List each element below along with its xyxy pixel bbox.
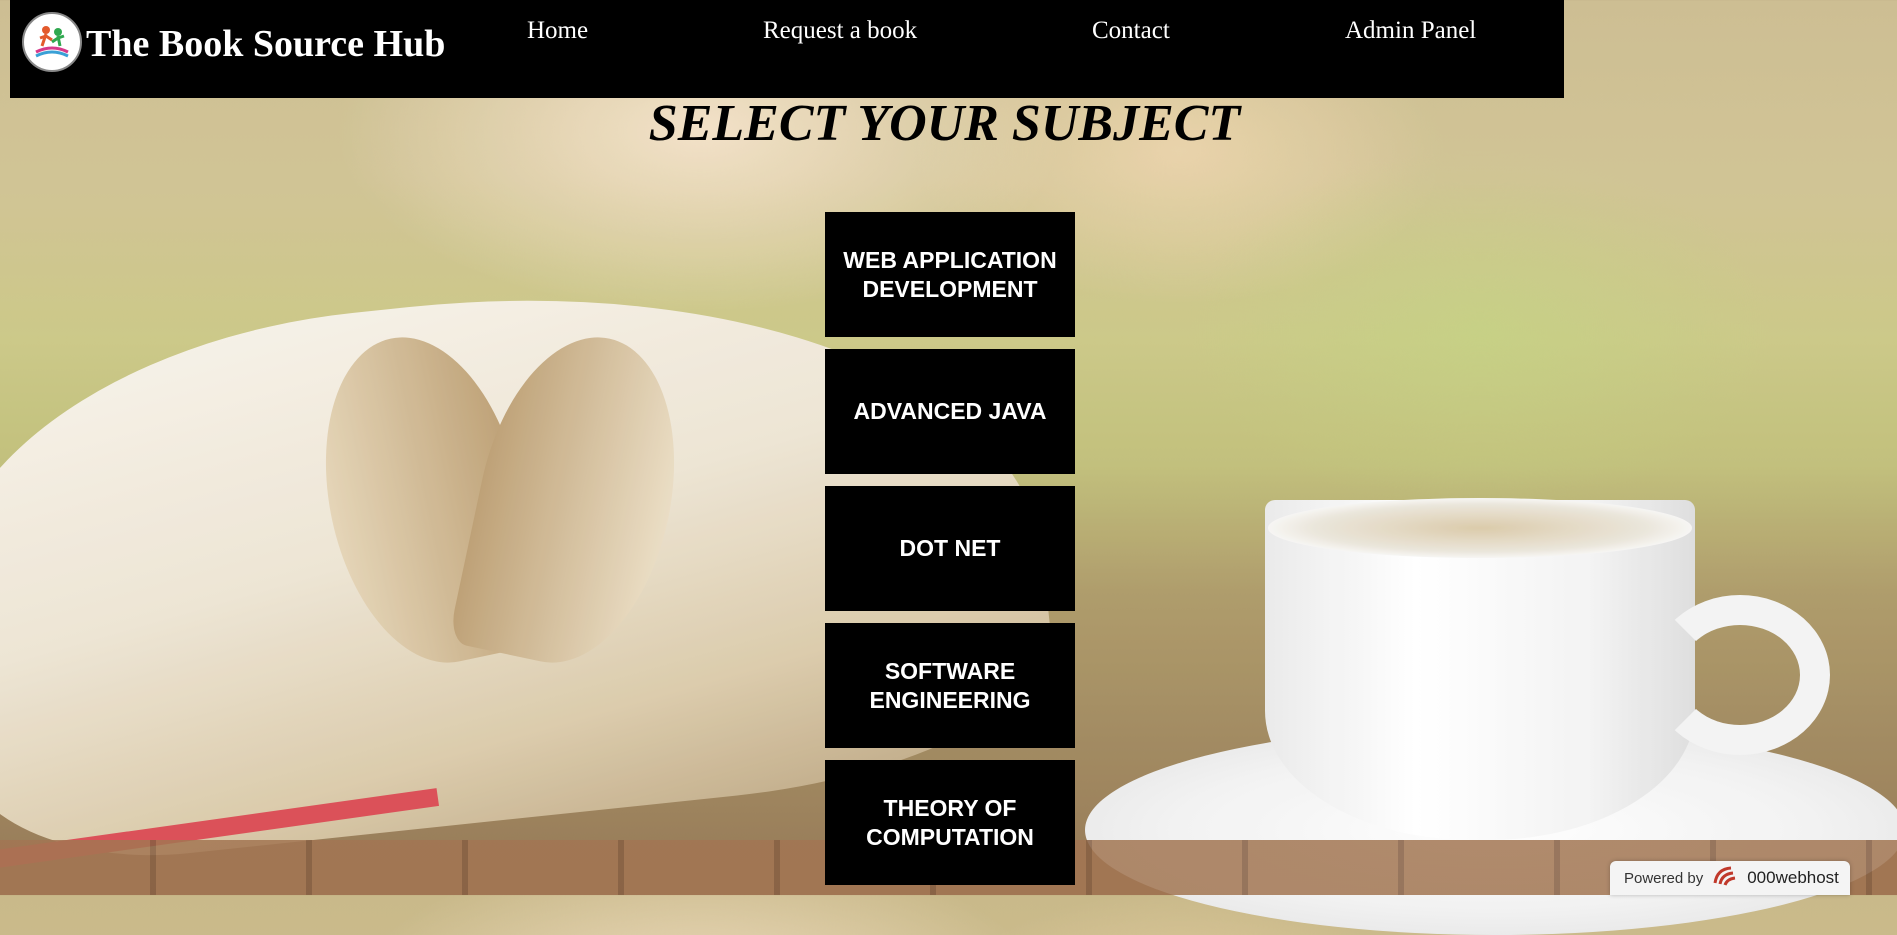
subject-button-dot-net[interactable]: DOT NET: [825, 486, 1075, 611]
webhost-brand-label: 000webhost: [1747, 868, 1839, 887]
subject-button-label: ADVANCED JAVA: [853, 398, 1047, 424]
nav-contact[interactable]: Contact: [1092, 16, 1170, 46]
subject-button-web-application-development[interactable]: WEB APPLICATION DEVELOPMENT: [825, 212, 1075, 337]
site-title[interactable]: The Book Source Hub: [86, 22, 445, 66]
subject-button-label: WEB APPLICATION DEVELOPMENT: [843, 246, 1057, 302]
subject-list: WEB APPLICATION DEVELOPMENT ADVANCED JAV…: [825, 212, 1075, 897]
subject-button-label: THEORY OF COMPUTATION: [866, 794, 1034, 850]
subject-button-theory-of-computation[interactable]: THEORY OF COMPUTATION: [825, 760, 1075, 885]
page-title: SELECT YOUR SUBJECT: [648, 95, 1241, 152]
navbar: The Book Source Hub Home Request a book …: [10, 0, 1564, 98]
powered-by-label: Powered by: [1624, 869, 1704, 887]
subject-button-software-engineering[interactable]: SOFTWARE ENGINEERING: [825, 623, 1075, 748]
nav-admin-panel[interactable]: Admin Panel: [1345, 16, 1476, 46]
site-logo-icon[interactable]: [22, 12, 82, 72]
subject-button-advanced-java[interactable]: ADVANCED JAVA: [825, 349, 1075, 474]
powered-by-badge[interactable]: Powered by 000webhost: [1610, 861, 1850, 895]
nav-request-a-book[interactable]: Request a book: [763, 16, 917, 46]
webhost-logo-icon: [1711, 865, 1739, 891]
nav-home[interactable]: Home: [527, 16, 588, 46]
subject-button-label: DOT NET: [899, 535, 1001, 561]
subject-button-label: SOFTWARE ENGINEERING: [869, 657, 1031, 713]
